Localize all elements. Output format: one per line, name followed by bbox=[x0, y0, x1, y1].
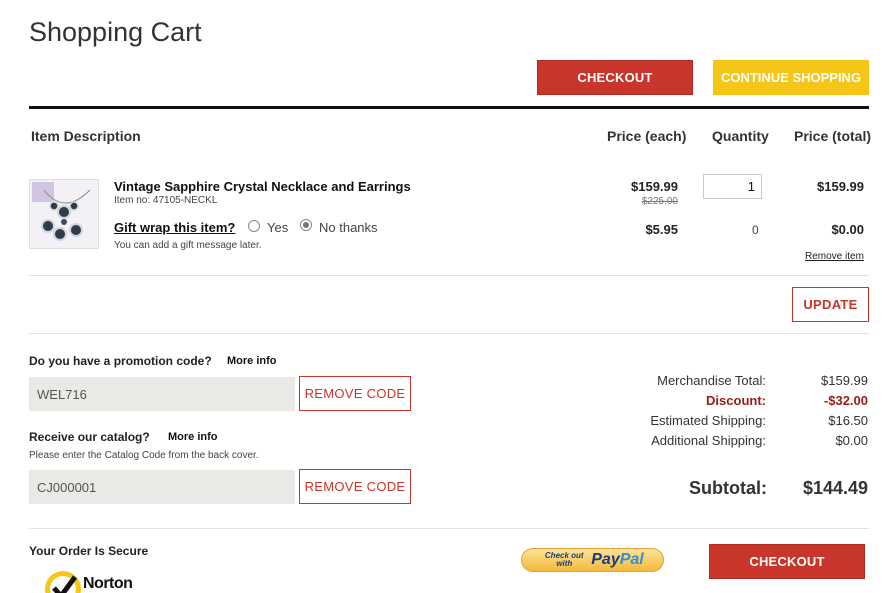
paypal-logo: PayPal bbox=[591, 551, 643, 569]
catalog-code-input[interactable]: CJ000001 bbox=[29, 470, 295, 504]
product-name[interactable]: Vintage Sapphire Crystal Necklace and Ea… bbox=[114, 179, 411, 194]
update-button[interactable]: UPDATE bbox=[792, 287, 869, 322]
remove-promo-code-button[interactable]: REMOVE CODE bbox=[299, 376, 411, 411]
quantity-input[interactable]: 1 bbox=[703, 174, 762, 199]
page-title: Shopping Cart bbox=[29, 17, 202, 47]
subtotal-value: $144.49 bbox=[803, 478, 869, 498]
catalog-more-info-link[interactable]: More info bbox=[168, 431, 218, 443]
shipping-label: Estimated Shipping: bbox=[650, 413, 766, 428]
paypal-checkout-button[interactable]: Check out with PayPal bbox=[521, 548, 664, 572]
header-quantity: Quantity bbox=[712, 128, 769, 144]
paypal-logo-pal: Pal bbox=[619, 551, 644, 568]
norton-label: Norton bbox=[83, 575, 133, 592]
catalog-hint: Please enter the Catalog Code from the b… bbox=[29, 450, 259, 461]
paypal-logo-pay: Pay bbox=[591, 551, 620, 568]
product-image[interactable] bbox=[29, 179, 99, 249]
subtotal-label: Subtotal: bbox=[689, 478, 767, 498]
merch-total-label: Merchandise Total: bbox=[657, 373, 766, 388]
gift-quantity: 0 bbox=[752, 223, 759, 237]
additional-shipping-value: $0.00 bbox=[835, 433, 868, 448]
footer-divider bbox=[29, 528, 869, 529]
header-price-total: Price (total) bbox=[794, 128, 872, 144]
discount-label: Discount: bbox=[706, 393, 766, 408]
merch-total-value: $159.99 bbox=[821, 373, 868, 388]
item-price-total: $159.99 bbox=[817, 179, 864, 194]
header-price-each: Price (each) bbox=[607, 128, 687, 144]
item-price-each: $159.99 bbox=[631, 179, 678, 194]
norton-check-icon bbox=[45, 571, 81, 593]
shipping-value: $16.50 bbox=[828, 413, 868, 428]
item-divider bbox=[29, 275, 869, 276]
promo-more-info-link[interactable]: More info bbox=[227, 355, 277, 367]
remove-item-link[interactable]: Remove item bbox=[805, 251, 864, 262]
header-item-description: Item Description bbox=[31, 128, 141, 144]
gift-message-note: You can add a gift message later. bbox=[114, 240, 262, 251]
gift-price-each: $5.95 bbox=[645, 222, 678, 237]
product-item-number: Item no: 47105-NECKL bbox=[114, 195, 218, 206]
remove-catalog-code-button[interactable]: REMOVE CODE bbox=[299, 469, 411, 504]
promo-code-input[interactable]: WEL716 bbox=[29, 377, 295, 411]
discount-value: -$32.00 bbox=[823, 393, 868, 408]
gift-wrap-no-label: No thanks bbox=[319, 220, 378, 235]
gift-wrap-no-radio[interactable] bbox=[300, 219, 312, 231]
promo-question: Do you have a promotion code? bbox=[29, 354, 212, 368]
gift-wrap-yes-label: Yes bbox=[267, 220, 289, 235]
paypal-checkout-with-text: Check out with bbox=[544, 551, 584, 568]
gift-price-total: $0.00 bbox=[831, 222, 864, 237]
item-price-original: $225.00 bbox=[641, 196, 678, 207]
header-divider bbox=[29, 106, 869, 109]
checkout-button-top[interactable]: CHECKOUT bbox=[537, 60, 693, 95]
secure-order-label: Your Order Is Secure bbox=[29, 544, 149, 558]
catalog-question: Receive our catalog? bbox=[29, 430, 150, 444]
gift-wrap-link[interactable]: Gift wrap this item? bbox=[114, 220, 235, 235]
gift-wrap-yes-radio[interactable] bbox=[248, 220, 260, 232]
norton-badge[interactable]: Norton bbox=[43, 566, 147, 593]
continue-shopping-button[interactable]: CONTINUE SHOPPING bbox=[713, 60, 869, 95]
checkout-button-bottom[interactable]: CHECKOUT bbox=[709, 544, 865, 579]
additional-shipping-label: Additional Shipping: bbox=[651, 433, 766, 448]
update-divider bbox=[29, 333, 869, 334]
